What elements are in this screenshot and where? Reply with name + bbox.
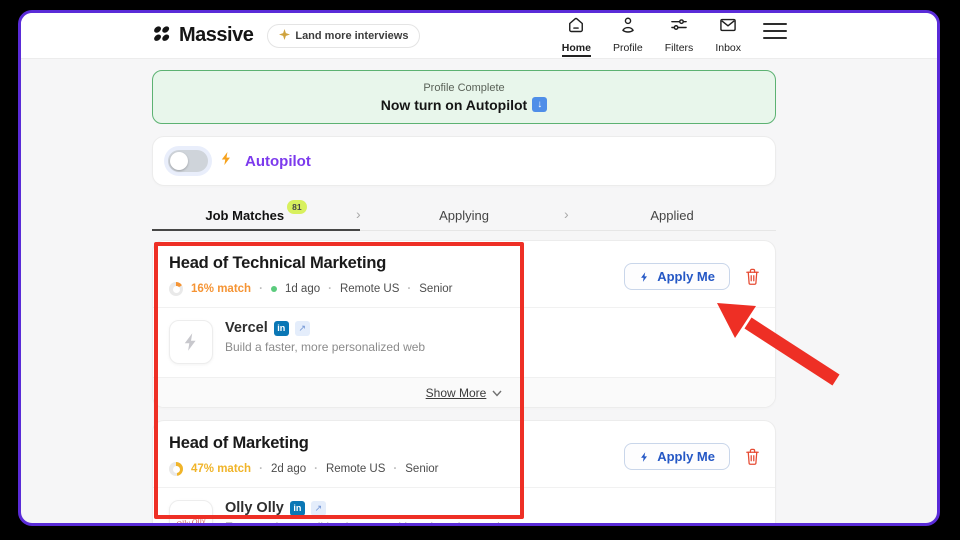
nav-item-inbox[interactable]: Inbox: [715, 15, 741, 54]
separator: ·: [314, 463, 318, 475]
match-donut-icon: [169, 462, 183, 476]
tab-job-matches-label: Job Matches: [205, 207, 285, 223]
nav-label-profile: Profile: [612, 41, 643, 54]
apply-me-label: Apply Me: [657, 449, 715, 464]
menu-icon[interactable]: [763, 15, 787, 39]
nav-label-home: Home: [561, 42, 591, 57]
company-tagline: Build a faster, more personalized web: [225, 340, 426, 354]
separator: ·: [259, 283, 263, 295]
new-posting-dot-icon: [270, 286, 277, 292]
job-card: Head of Marketing 47% match · 2d ago · R…: [152, 420, 776, 526]
tab-applied-label: Applied: [650, 207, 694, 223]
company-logo-vercel: [169, 320, 213, 364]
apply-me-label: Apply Me: [657, 269, 715, 284]
match-donut-icon: [169, 282, 183, 296]
job-location: Remote US: [339, 283, 400, 295]
logo[interactable]: Massive: [151, 23, 254, 49]
apply-me-button[interactable]: Apply Me: [624, 443, 730, 470]
badge-label: Land more interviews: [295, 29, 409, 42]
sparkle-icon: [279, 28, 291, 43]
filters-icon: [669, 15, 689, 40]
separator: ·: [393, 463, 398, 475]
top-nav: Home Profile Filters Inbox: [561, 15, 787, 57]
nav-item-filters[interactable]: Filters: [664, 15, 694, 54]
header: Massive Land more interviews Home Profil…: [21, 13, 937, 59]
trash-icon[interactable]: [744, 267, 761, 286]
nav-label-filters: Filters: [664, 41, 694, 54]
match-percent: 16% match: [191, 283, 252, 295]
job-location: Remote US: [325, 463, 386, 475]
tab-applying[interactable]: Applying: [360, 200, 568, 230]
main-content: Profile Complete Now turn on Autopilot ↓…: [152, 59, 776, 526]
home-icon: [566, 15, 586, 40]
external-link-icon[interactable]: ↗: [294, 320, 310, 336]
pipeline-tabs: Job Matches 81 › Applying › Applied: [152, 200, 776, 231]
app-window: Massive Land more interviews Home Profil…: [18, 10, 940, 526]
linkedin-icon[interactable]: in: [273, 320, 289, 336]
massive-logo-icon: [151, 23, 172, 49]
card-footer: Show More: [153, 377, 775, 407]
logo-text: Massive: [179, 24, 254, 46]
company-section: Vercel in ↗ Build a faster, more persona…: [153, 308, 775, 377]
trash-icon[interactable]: [744, 447, 761, 466]
company-tagline: Empowering small businesses with tech an…: [225, 520, 512, 523]
job-card: Head of Technical Marketing 16% match · …: [152, 240, 776, 408]
olly-olly-logo-text: Olly Olly: [175, 515, 207, 526]
external-link-icon[interactable]: ↗: [310, 500, 326, 516]
job-matches-count-badge: 81: [287, 200, 307, 214]
nav-item-home[interactable]: Home: [561, 15, 591, 57]
autopilot-label: Autopilot: [245, 152, 311, 170]
match-percent: 47% match: [191, 463, 252, 475]
land-more-interviews-badge[interactable]: Land more interviews: [267, 23, 421, 48]
banner-title: Profile Complete: [423, 81, 505, 94]
bolt-icon: [219, 150, 234, 172]
separator: ·: [407, 283, 412, 295]
banner-subtitle-text: Now turn on Autopilot: [380, 96, 528, 113]
linkedin-icon[interactable]: in: [289, 500, 305, 516]
company-name: Vercel: [225, 320, 268, 336]
autopilot-toggle[interactable]: [168, 150, 208, 172]
company-name: Olly Olly: [225, 500, 284, 516]
posted-ago: 2d ago: [270, 463, 307, 475]
job-level: Senior: [419, 283, 453, 295]
company-section: Olly Olly Olly Olly in ↗ Empowering smal…: [153, 488, 775, 526]
nav-label-inbox: Inbox: [715, 41, 741, 54]
company-logo-olly-olly: Olly Olly: [169, 500, 213, 526]
posted-ago: 1d ago: [284, 283, 321, 295]
toggle-knob: [170, 152, 188, 170]
separator: ·: [328, 283, 332, 295]
tab-applying-label: Applying: [439, 207, 489, 223]
tab-job-matches[interactable]: Job Matches 81: [152, 200, 360, 231]
inbox-icon: [718, 15, 738, 40]
screen: { "header": { "logo_text": "Massive", "b…: [0, 0, 960, 540]
down-arrow-icon: ↓: [532, 97, 548, 112]
chevron-down-icon: [492, 384, 502, 402]
tab-applied[interactable]: Applied: [568, 200, 776, 230]
autopilot-card: Autopilot: [152, 136, 776, 186]
show-more-link[interactable]: Show More: [426, 386, 487, 400]
profile-complete-banner[interactable]: Profile Complete Now turn on Autopilot ↓: [152, 70, 776, 124]
separator: ·: [259, 463, 263, 475]
apply-me-button[interactable]: Apply Me: [624, 263, 730, 290]
job-level: Senior: [405, 463, 439, 475]
banner-subtitle: Now turn on Autopilot ↓: [380, 96, 548, 113]
profile-icon: [618, 15, 638, 40]
nav-item-profile[interactable]: Profile: [613, 15, 643, 54]
